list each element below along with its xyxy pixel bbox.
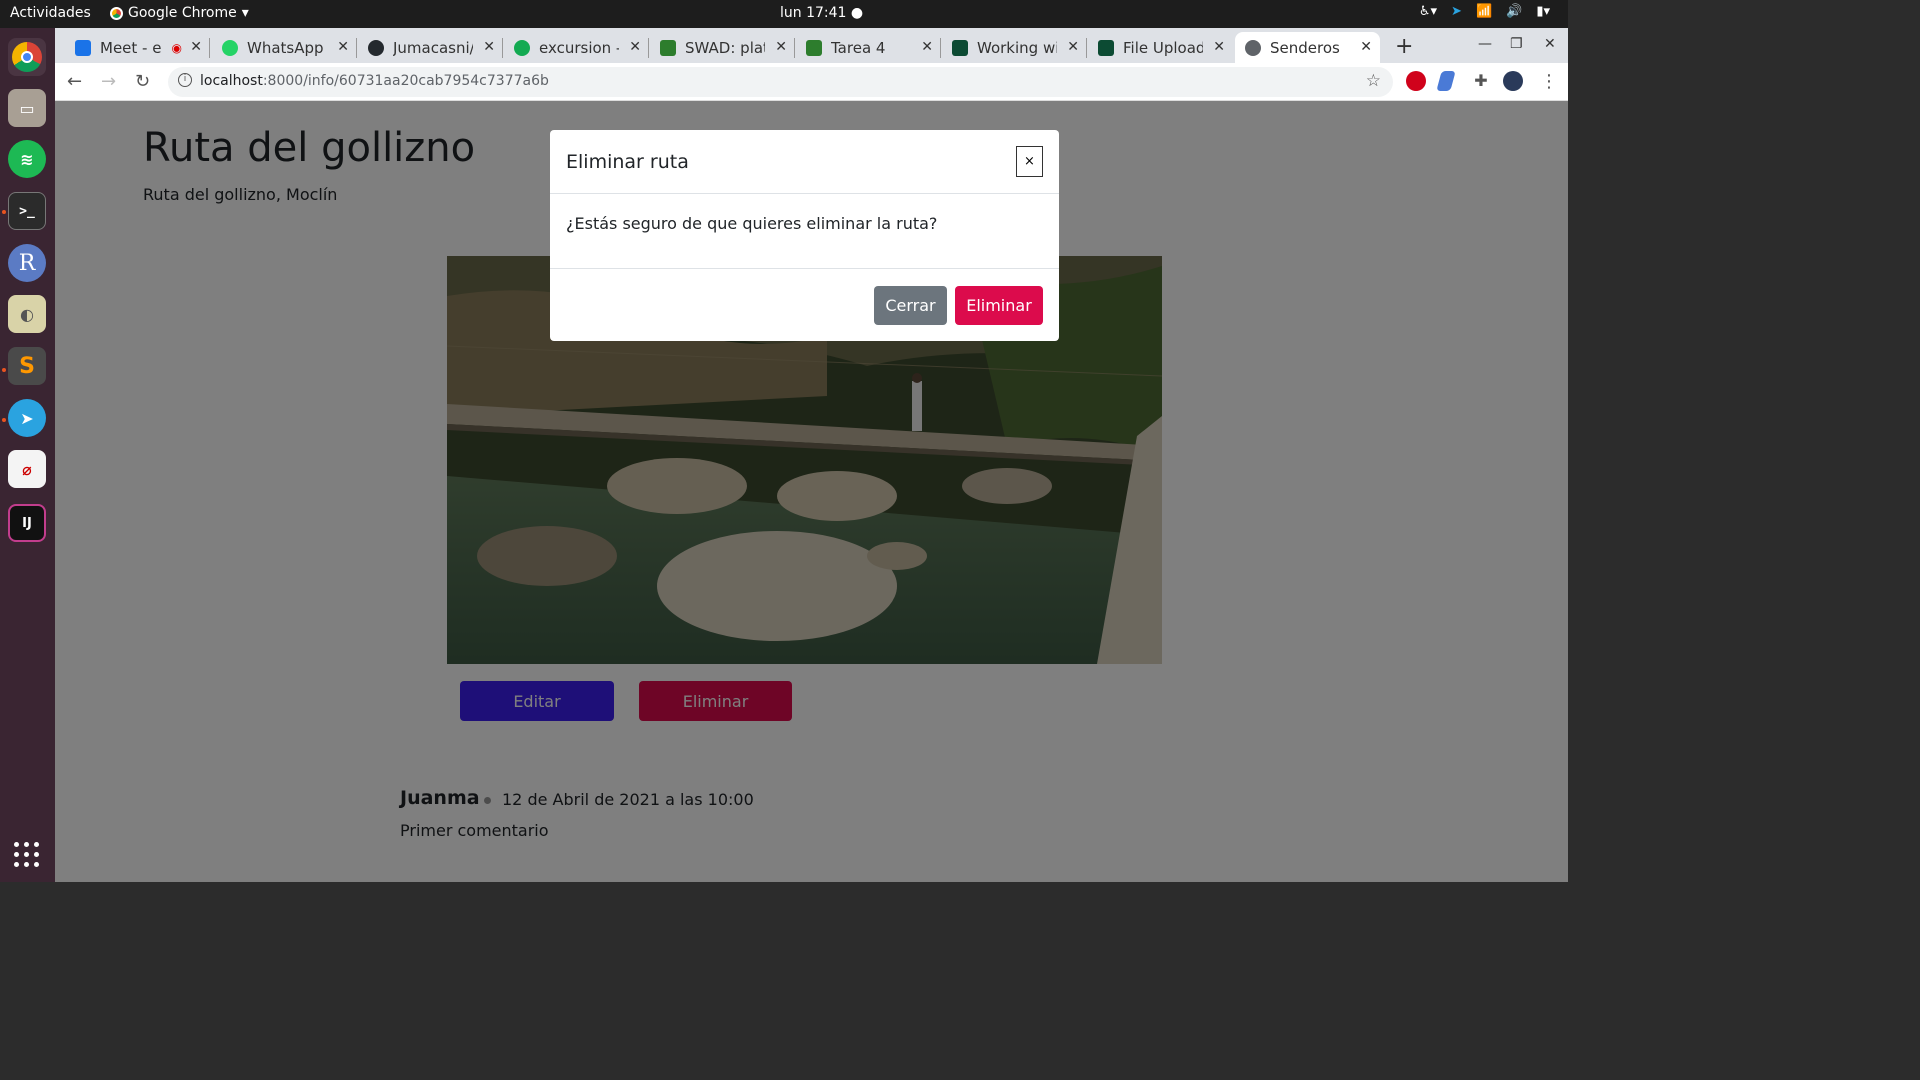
github-icon — [368, 39, 384, 56]
close-tab-icon[interactable]: ✕ — [1213, 39, 1225, 55]
reload-button[interactable]: ↻ — [135, 71, 150, 92]
close-tab-icon[interactable]: ✕ — [337, 39, 349, 55]
recording-icon: ◉ — [171, 40, 182, 55]
django-icon — [952, 39, 968, 56]
system-tray[interactable]: ♿▾ ➤ 📶 🔊 ▮▾ — [1419, 4, 1550, 19]
chrome-dock-icon[interactable] — [8, 38, 46, 76]
terminal-dock-icon[interactable]: >_ — [8, 192, 46, 230]
tab-tarea4[interactable]: Tarea 4 ✕ — [806, 32, 941, 63]
browser-window: Meet - e ◉ ✕ WhatsApp ✕ Jumacasni/ ✕ exc… — [55, 28, 1568, 882]
url-path: :8000/info/60731aa20cab7954c7377a6b — [262, 73, 549, 89]
extension-red-icon[interactable] — [1406, 71, 1426, 91]
tab-meet[interactable]: Meet - e ◉ ✕ — [75, 32, 210, 63]
close-tab-icon[interactable]: ✕ — [483, 39, 495, 55]
app-menu[interactable]: Google Chrome ▾ — [110, 5, 249, 21]
extensions-puzzle-icon[interactable]: ✚ — [1471, 71, 1491, 91]
spotify-dock-icon[interactable]: ≋ — [8, 140, 46, 178]
forward-button[interactable]: → — [101, 71, 116, 92]
globe-icon — [1245, 39, 1261, 56]
telegram-dock-icon[interactable]: ➤ — [8, 399, 46, 437]
delete-route-modal: Eliminar ruta × ¿Estás seguro de que qui… — [550, 130, 1059, 341]
modal-footer: Cerrar Eliminar — [550, 268, 1059, 341]
whatsapp-icon — [222, 39, 238, 56]
intellij-dock-icon[interactable]: IJ — [8, 504, 46, 542]
tab-django-working[interactable]: Working wi ✕ — [952, 32, 1087, 63]
modal-title: Eliminar ruta — [566, 151, 689, 173]
maximize-button[interactable]: ❐ — [1510, 36, 1523, 52]
close-tab-icon[interactable]: ✕ — [921, 39, 933, 55]
telegram-tray-icon[interactable]: ➤ — [1451, 4, 1462, 19]
back-button[interactable]: ← — [67, 71, 82, 92]
new-tab-button[interactable]: + — [1395, 34, 1413, 59]
modal-body-text: ¿Estás seguro de que quieres eliminar la… — [566, 214, 938, 233]
tab-whatsapp[interactable]: WhatsApp ✕ — [222, 32, 357, 63]
wifi-icon: 📶 — [1475, 4, 1493, 19]
tab-django-upload[interactable]: File Upload ✕ — [1098, 32, 1233, 63]
app-menu-label: Google Chrome — [128, 5, 237, 21]
clock[interactable]: lun 17:41 ● — [780, 5, 863, 21]
accessibility-icon[interactable]: ♿▾ — [1419, 4, 1437, 19]
modal-close-button[interactable]: × — [1016, 146, 1043, 177]
tab-excursion[interactable]: excursion - ✕ — [514, 32, 649, 63]
battery-icon: ▮▾ — [1536, 4, 1550, 19]
files-dock-icon[interactable]: ▭ — [8, 89, 46, 127]
show-apps-icon[interactable] — [14, 842, 40, 868]
swad-icon — [806, 39, 822, 56]
image-viewer-dock-icon[interactable]: ◐ — [8, 295, 46, 333]
swad-icon — [660, 39, 676, 56]
address-bar[interactable]: i localhost:8000/info/60731aa20cab7954c7… — [168, 67, 1393, 97]
close-icon: × — [1024, 154, 1035, 169]
browser-toolbar: ← → ↻ i localhost:8000/info/60731aa20cab… — [55, 63, 1568, 101]
minimize-button[interactable]: — — [1478, 36, 1492, 52]
close-tab-icon[interactable]: ✕ — [1067, 39, 1079, 55]
profile-avatar[interactable] — [1503, 71, 1523, 91]
dock: ▭ ≋ >_ R ◐ S ➤ ⌀ IJ — [0, 28, 55, 882]
volume-icon: 🔊 — [1506, 4, 1523, 19]
modal-confirm-delete-button[interactable]: Eliminar — [955, 286, 1043, 325]
chevron-down-icon: ▾ — [241, 5, 249, 21]
info-icon[interactable]: i — [178, 73, 192, 87]
extension-feather-icon[interactable] — [1436, 71, 1456, 91]
close-tab-icon[interactable]: ✕ — [1360, 39, 1372, 55]
close-tab-icon[interactable]: ✕ — [190, 39, 202, 55]
close-tab-icon[interactable]: ✕ — [629, 39, 641, 55]
modal-cancel-button[interactable]: Cerrar — [874, 286, 947, 325]
close-tab-icon[interactable]: ✕ — [775, 39, 787, 55]
chrome-icon — [110, 6, 123, 20]
evince-dock-icon[interactable]: ⌀ — [8, 450, 46, 488]
django-icon — [1098, 39, 1114, 56]
tab-strip: Meet - e ◉ ✕ WhatsApp ✕ Jumacasni/ ✕ exc… — [55, 28, 1568, 63]
modal-header: Eliminar ruta × — [550, 130, 1059, 194]
tab-swad[interactable]: SWAD: plat ✕ — [660, 32, 795, 63]
activities-button[interactable]: Actividades — [10, 5, 91, 21]
url-host: localhost — [200, 73, 263, 89]
menu-kebab-icon[interactable]: ⋮ — [1540, 71, 1558, 92]
tab-github[interactable]: Jumacasni/ ✕ — [368, 32, 503, 63]
system-top-bar: Actividades Google Chrome ▾ lun 17:41 ● … — [0, 0, 1568, 28]
tab-senderos[interactable]: Senderos ✕ — [1235, 32, 1380, 63]
close-window-button[interactable]: ✕ — [1544, 36, 1556, 52]
mongodb-icon — [514, 39, 530, 56]
bookmark-star-icon[interactable]: ☆ — [1366, 71, 1381, 91]
sublime-dock-icon[interactable]: S — [8, 347, 46, 385]
meet-icon — [75, 39, 91, 56]
r-dock-icon[interactable]: R — [8, 244, 46, 282]
